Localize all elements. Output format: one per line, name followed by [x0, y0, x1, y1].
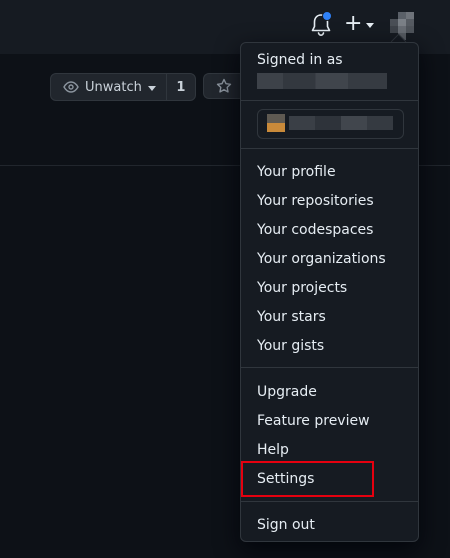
menu-item-your-profile[interactable]: Your profile — [257, 163, 336, 181]
chevron-down-icon — [366, 22, 375, 28]
menu-item-your-codespaces[interactable]: Your codespaces — [257, 221, 373, 239]
menu-item-feature-preview[interactable]: Feature preview — [257, 412, 370, 430]
eye-icon — [63, 81, 79, 93]
avatar[interactable] — [390, 12, 414, 40]
divider — [241, 367, 418, 368]
plus-icon: + — [344, 11, 363, 36]
star-button[interactable] — [203, 73, 243, 99]
menu-item-your-repositories[interactable]: Your repositories — [257, 192, 374, 210]
chevron-down-icon — [147, 85, 156, 91]
menu-item-your-organizations[interactable]: Your organizations — [257, 250, 386, 268]
status-emoji — [267, 114, 285, 132]
create-new-button[interactable]: + — [344, 11, 375, 36]
menu-item-sign-out[interactable]: Sign out — [257, 516, 315, 534]
settings-highlight-box — [241, 461, 374, 497]
menu-item-your-gists[interactable]: Your gists — [257, 337, 324, 355]
redacted-username — [257, 73, 387, 89]
set-status-button[interactable] — [257, 109, 404, 139]
watch-count[interactable]: 1 — [165, 74, 195, 100]
unwatch-button[interactable]: Unwatch — [51, 74, 166, 100]
unwatch-button-group: Unwatch 1 — [50, 73, 196, 101]
menu-item-upgrade[interactable]: Upgrade — [257, 383, 317, 401]
redacted-status-text — [289, 116, 393, 130]
divider — [241, 148, 418, 149]
notification-indicator — [322, 11, 332, 21]
divider — [241, 501, 418, 502]
star-icon — [216, 78, 232, 93]
unwatch-label: Unwatch — [85, 79, 142, 95]
signed-in-label: Signed in as — [257, 52, 343, 68]
menu-item-help[interactable]: Help — [257, 441, 289, 459]
menu-item-your-projects[interactable]: Your projects — [257, 279, 347, 297]
divider — [241, 100, 418, 101]
menu-item-your-stars[interactable]: Your stars — [257, 308, 326, 326]
